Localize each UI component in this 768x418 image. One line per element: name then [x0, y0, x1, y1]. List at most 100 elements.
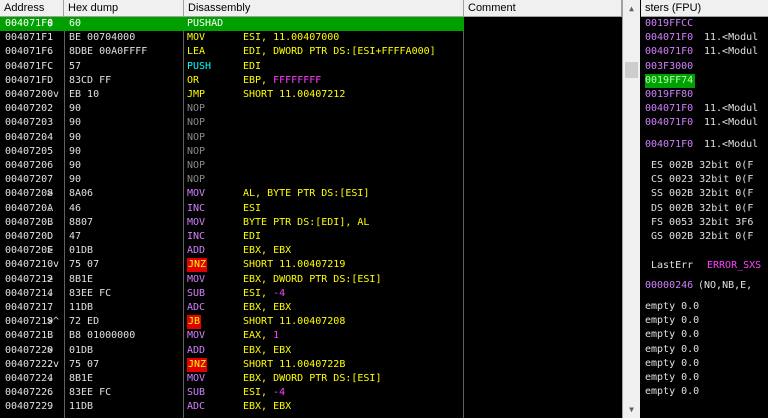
hex-bytes-cell: 75 07	[69, 259, 100, 271]
disasm-row[interactable]: 00407226. 83EE FC SUB ESI, -4	[0, 386, 622, 400]
jump-marker: >	[47, 245, 54, 257]
disasm-row[interactable]: 0040720A. 46 INC ESI	[0, 202, 622, 216]
disasm-row[interactable]: 0040720B. 8807 MOV BYTE PTR DS:[EDI], AL	[0, 216, 622, 230]
mnemonic-cell: LEA	[187, 46, 206, 58]
register-row[interactable]: ES 002B 32bit 0(F	[641, 159, 768, 173]
disasm-row[interactable]: 004071FC. 57 PUSH EDI	[0, 60, 622, 74]
address-cell: 00407202	[5, 103, 54, 115]
disasm-row[interactable]: 00407204 90 NOP	[0, 131, 622, 145]
mnemonic-cell: SUB	[187, 287, 206, 299]
disasm-row[interactable]: 00407212 >8B1E MOV EBX, DWORD PTR DS:[ESI]	[0, 273, 622, 287]
disasm-row[interactable]: 004071FD. 83CD FF OR EBP, FFFFFFFF	[0, 74, 622, 88]
mnemonic-cell: MOV	[187, 188, 206, 200]
mnemonic-cell: JNZ	[187, 357, 208, 372]
mnemonic-cell: JMP	[187, 89, 206, 100]
disasm-row[interactable]: 004071F1. BE 00704000 MOV ESI, 11.00407000	[0, 31, 622, 45]
register-row[interactable]: empty 0.0	[641, 385, 768, 399]
disasm-row[interactable]: 00407217. 11DB ADC EBX, EBX	[0, 301, 622, 315]
register-row[interactable]: 003F3000	[641, 60, 768, 74]
column-header-disassembly[interactable]: Disassembly	[184, 0, 464, 17]
register-row[interactable]: 0019FFCC	[641, 17, 768, 31]
address-cell: 004071FC	[5, 60, 54, 72]
scroll-thumb[interactable]	[625, 62, 638, 78]
register-row[interactable]: 004071F0 11.<Modul	[641, 138, 768, 152]
disasm-row[interactable]: 00407229. 11DB ADC EBX, EBX	[0, 400, 622, 414]
disasm-row[interactable]: 0040721B. B8 01000000 MOV EAX, 1	[0, 329, 622, 343]
register-value: 004071F0	[645, 32, 694, 44]
vertical-scrollbar[interactable]: ▲ ▼	[622, 0, 640, 418]
disasm-row[interactable]: 00407222 .v 75 07 JNZ SHORT 11.0040722B	[0, 357, 622, 372]
disasm-row[interactable]: 00407214. 83EE FC SUB ESI, -4	[0, 287, 622, 301]
register-row[interactable]: 004071F0 11.<Modul	[641, 31, 768, 45]
disasm-row[interactable]: 00407200 .v EB 10 JMP SHORT 11.00407212	[0, 88, 622, 102]
register-row[interactable]: 0019FF80	[641, 88, 768, 102]
register-row[interactable]: 0019FF74	[641, 73, 768, 88]
operand-cell: EBX, EBX	[243, 401, 292, 413]
lasterr-label: LastErr	[651, 260, 694, 271]
register-row[interactable]: CS 0023 32bit 0(F	[641, 173, 768, 187]
column-header-comment[interactable]: Comment	[464, 0, 622, 17]
register-value: 0019FF74	[645, 73, 696, 88]
register-row[interactable]: LastErr ERROR_SXS	[641, 259, 768, 273]
register-value: 004071F0	[645, 139, 694, 150]
disasm-row[interactable]: 004071F0 $60 PUSHAD	[0, 17, 464, 32]
register-row[interactable]: SS 002B 32bit 0(F	[641, 187, 768, 201]
column-header-hex-dump[interactable]: Hex dump	[64, 0, 184, 17]
hex-bytes-cell: 57	[69, 60, 82, 72]
disasm-row[interactable]: 0040720D. 47 INC EDI	[0, 230, 622, 244]
register-row[interactable]: 004071F0 11.<Modul	[641, 102, 768, 116]
disasm-row[interactable]: 00407203 90 NOP	[0, 116, 622, 130]
disasm-row[interactable]: 00407206 90 NOP	[0, 159, 622, 173]
segment-register: FS 0053 32bit 3F6	[651, 216, 754, 228]
registers-pane[interactable]: 0019FFCC 004071F0 11.<Modul 004071F0 11.<Mod…	[641, 17, 768, 418]
address-cell: 0040720D	[5, 231, 54, 242]
disasm-row[interactable]: 0040720E >01DB ADD EBX, EBX	[0, 244, 622, 258]
disasm-row[interactable]: 00407208 >8A06 MOV AL, BYTE PTR DS:[ESI]	[0, 187, 622, 201]
disasm-row[interactable]: 00407210 .v 75 07 JNZ SHORT 11.00407219	[0, 258, 622, 273]
hex-bytes-cell: 90	[69, 131, 82, 143]
register-row[interactable]: 004071F0 11.<Modul	[641, 45, 768, 59]
mnemonic-cell: NOP	[187, 160, 206, 171]
disasm-row[interactable]: 00407220 >01DB ADD EBX, EBX	[0, 344, 622, 358]
address-cell: 0040720B	[5, 216, 54, 228]
mnemonic-cell: ADC	[187, 401, 206, 413]
operand-cell: ESI, -4	[243, 387, 286, 399]
address-cell: 004071F0	[5, 18, 54, 29]
mnemonic-cell: ADC	[187, 302, 206, 313]
hex-bytes-cell: 8B1E	[69, 373, 94, 384]
disassembly-pane[interactable]: 004071F0 $60 PUSHAD 004071F1. BE 00704000 MOV…	[0, 17, 622, 418]
scroll-up-arrow-icon[interactable]: ▲	[623, 0, 640, 17]
disasm-row[interactable]: 00407224. 8B1E MOV EBX, DWORD PTR DS:[ESI]	[0, 372, 622, 386]
register-row[interactable]: GS 002B 32bit 0(F	[641, 230, 768, 244]
register-row[interactable]: 004071F0 11.<Modul	[641, 116, 768, 130]
disasm-row[interactable]: 00407219 >^ 72 ED JB SHORT 11.00407208	[0, 315, 622, 330]
operand-cell: EDI	[243, 231, 262, 242]
register-row[interactable]: empty 0.0	[641, 343, 768, 357]
address-cell: 00407208	[5, 188, 54, 200]
jump-marker: .	[47, 373, 54, 384]
address-cell: 00407229	[5, 401, 54, 413]
segment-register: ES 002B 32bit 0(F	[651, 160, 754, 171]
scroll-down-arrow-icon[interactable]: ▼	[623, 401, 640, 418]
eflags-value: 00000246	[645, 280, 694, 291]
register-row[interactable]: FS 0053 32bit 3F6	[641, 216, 768, 230]
disasm-row[interactable]: 00407207 90 NOP	[0, 173, 622, 187]
address-cell: 00407219	[5, 316, 54, 328]
disasm-row[interactable]: 004071F6. 8DBE 00A0FFFF LEA EDI, DWORD PTR …	[0, 45, 622, 59]
disasm-row[interactable]: 00407202 90 NOP	[0, 102, 622, 116]
register-row[interactable]: empty 0.0	[641, 300, 768, 314]
registers-panel-title: sters (FPU)	[641, 0, 768, 17]
address-cell: 00407203	[5, 117, 54, 129]
mnemonic-cell: NOP	[187, 117, 206, 129]
register-row[interactable]: empty 0.0	[641, 357, 768, 371]
register-row[interactable]: empty 0.0	[641, 328, 768, 342]
jump-marker: .	[47, 74, 54, 86]
register-row[interactable]: DS 002B 32bit 0(F	[641, 202, 768, 216]
column-header-address[interactable]: Address	[0, 0, 64, 17]
register-row[interactable]: 00000246 (NO,NB,E,	[641, 279, 768, 293]
register-row[interactable]: empty 0.0	[641, 371, 768, 385]
disasm-row[interactable]: 00407205 90 NOP	[0, 145, 622, 159]
register-comment: 11.<Modul	[704, 139, 759, 150]
operand-cell: EBX, EBX	[243, 245, 292, 257]
register-row[interactable]: empty 0.0	[641, 314, 768, 328]
